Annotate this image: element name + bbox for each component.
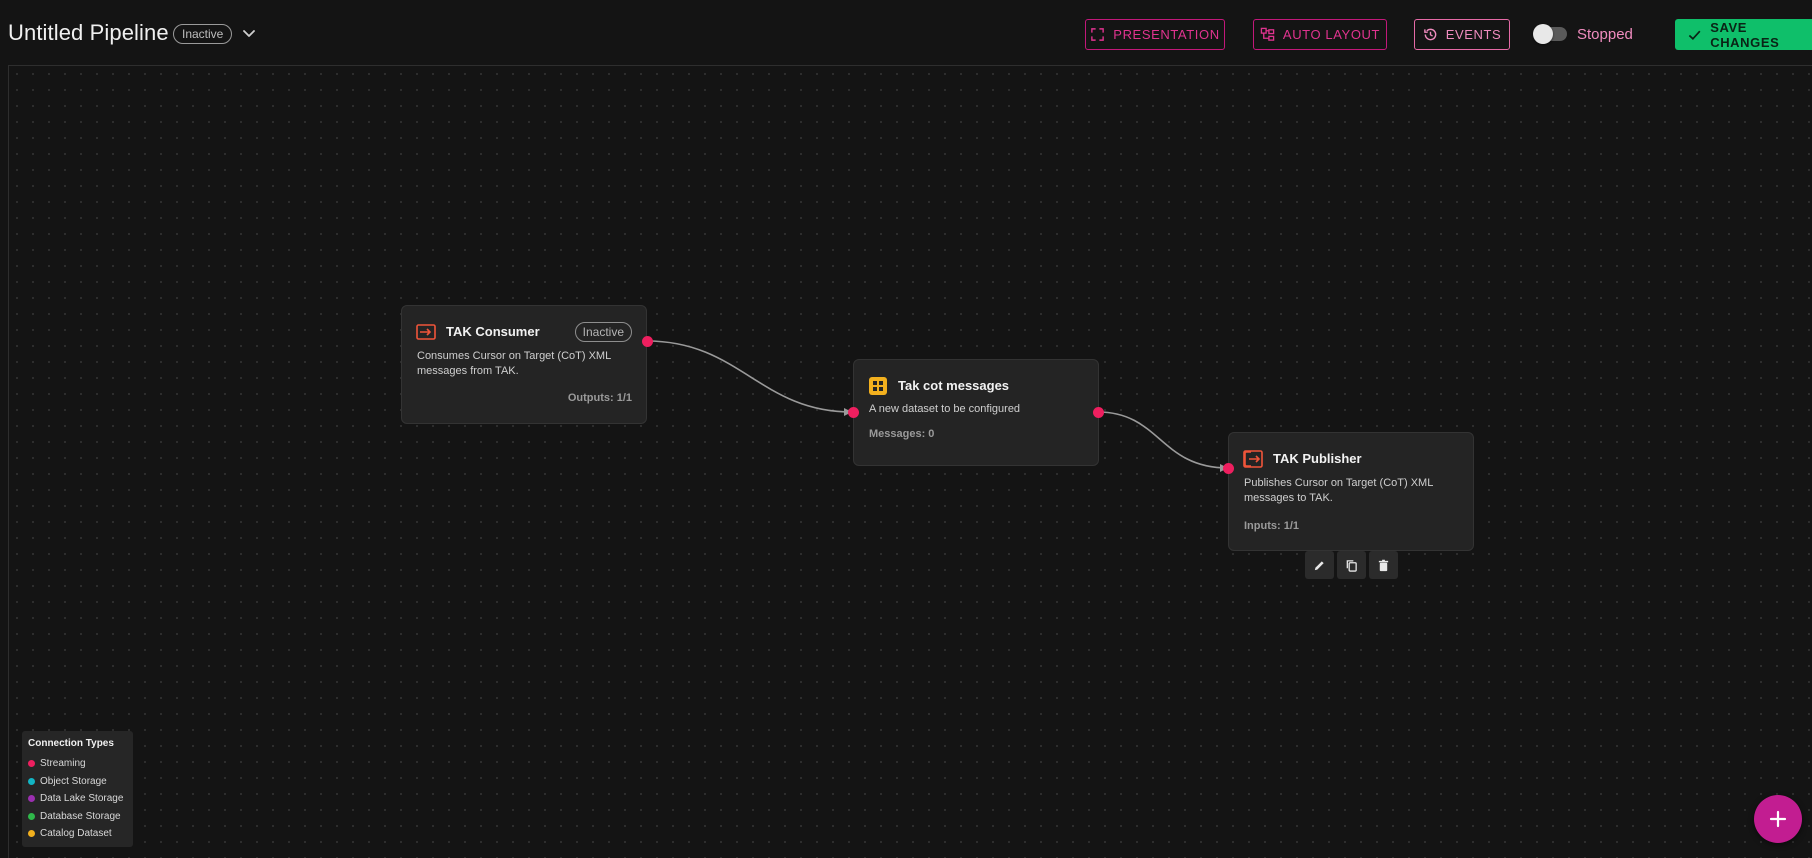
events-button[interactable]: EVENTS xyxy=(1414,19,1510,50)
delete-icon xyxy=(1378,559,1389,571)
catalog-dataset-dot xyxy=(28,830,35,838)
input-port[interactable] xyxy=(1223,463,1234,474)
dataset-grid-icon xyxy=(869,377,887,395)
check-icon xyxy=(1688,30,1701,40)
fullscreen-icon xyxy=(1091,28,1105,41)
node-tak-cot-messages[interactable]: Tak cot messages A new dataset to be con… xyxy=(853,359,1099,466)
input-arrow-icon xyxy=(416,324,436,340)
object-storage-dot xyxy=(28,777,35,785)
data-lake-storage-dot xyxy=(28,795,35,803)
auto-layout-button[interactable]: AUTO LAYOUT xyxy=(1253,19,1387,50)
output-arrow-icon xyxy=(1243,450,1263,468)
node-tak-consumer[interactable]: TAK Consumer Inactive Consumes Cursor on… xyxy=(401,305,647,424)
run-toggle-switch[interactable] xyxy=(1533,24,1567,44)
auto-layout-label: AUTO LAYOUT xyxy=(1282,27,1381,42)
node-title: Tak cot messages xyxy=(898,378,1010,393)
legend-item: Object Storage xyxy=(28,773,127,791)
legend-title: Connection Types xyxy=(28,738,114,749)
output-port[interactable] xyxy=(1093,407,1104,418)
legend-label: Streaming xyxy=(40,758,86,770)
add-node-button[interactable] xyxy=(1754,795,1802,843)
database-storage-dot xyxy=(28,812,35,820)
events-label: EVENTS xyxy=(1445,27,1502,42)
output-port[interactable] xyxy=(642,336,653,347)
legend-item: Streaming xyxy=(28,755,127,773)
node-inputs-count: Inputs: 1/1 xyxy=(1244,520,1300,532)
node-status-badge: Inactive xyxy=(574,322,632,342)
node-description: Publishes Cursor on Target (CoT) XML mes… xyxy=(1244,477,1433,504)
pipeline-status-badge: Inactive xyxy=(173,24,233,44)
legend-label: Database Storage xyxy=(40,810,121,822)
run-toggle[interactable]: Stopped xyxy=(1533,24,1633,44)
pipeline-title[interactable]: Untitled Pipeline xyxy=(8,20,169,46)
node-tak-publisher[interactable]: TAK Publisher Publishes Cursor on Target… xyxy=(1228,432,1474,551)
chevron-down-icon[interactable] xyxy=(240,24,258,42)
header-bar: Untitled Pipeline Inactive PRESENTATION … xyxy=(0,0,1812,66)
legend-label: Catalog Dataset xyxy=(40,828,112,840)
copy-node-button[interactable] xyxy=(1337,551,1366,579)
edit-node-button[interactable] xyxy=(1305,551,1334,579)
run-status-label: Stopped xyxy=(1577,25,1633,43)
history-icon xyxy=(1423,28,1436,41)
node-toolbar xyxy=(1305,551,1398,579)
save-changes-label: SAVE CHANGES xyxy=(1710,19,1780,50)
input-port[interactable] xyxy=(848,407,859,418)
node-outputs-count: Outputs: 1/1 xyxy=(567,392,632,404)
presentation-button[interactable]: PRESENTATION xyxy=(1085,19,1225,50)
legend-label: Object Storage xyxy=(40,775,107,787)
node-description: A new dataset to be configured xyxy=(869,403,1021,415)
connection-types-legend: Connection Types Streaming Object Storag… xyxy=(22,731,133,847)
node-messages-count: Messages: 0 xyxy=(869,428,935,440)
legend-item: Data Lake Storage xyxy=(28,790,127,808)
presentation-label: PRESENTATION xyxy=(1113,27,1220,42)
legend-item: Database Storage xyxy=(28,808,127,826)
node-description: Consumes Cursor on Target (CoT) XML mess… xyxy=(417,350,611,377)
streaming-dot xyxy=(28,760,35,768)
delete-node-button[interactable] xyxy=(1369,551,1398,579)
save-changes-button[interactable]: SAVE CHANGES xyxy=(1675,19,1812,50)
edit-icon xyxy=(1314,560,1324,570)
node-title: TAK Publisher xyxy=(1273,451,1362,466)
legend-item: Catalog Dataset xyxy=(28,825,127,843)
legend-label: Data Lake Storage xyxy=(40,793,124,805)
plus-icon xyxy=(1769,810,1787,828)
auto-layout-icon xyxy=(1260,27,1275,41)
copy-icon xyxy=(1346,559,1357,572)
node-title: TAK Consumer xyxy=(446,324,540,339)
